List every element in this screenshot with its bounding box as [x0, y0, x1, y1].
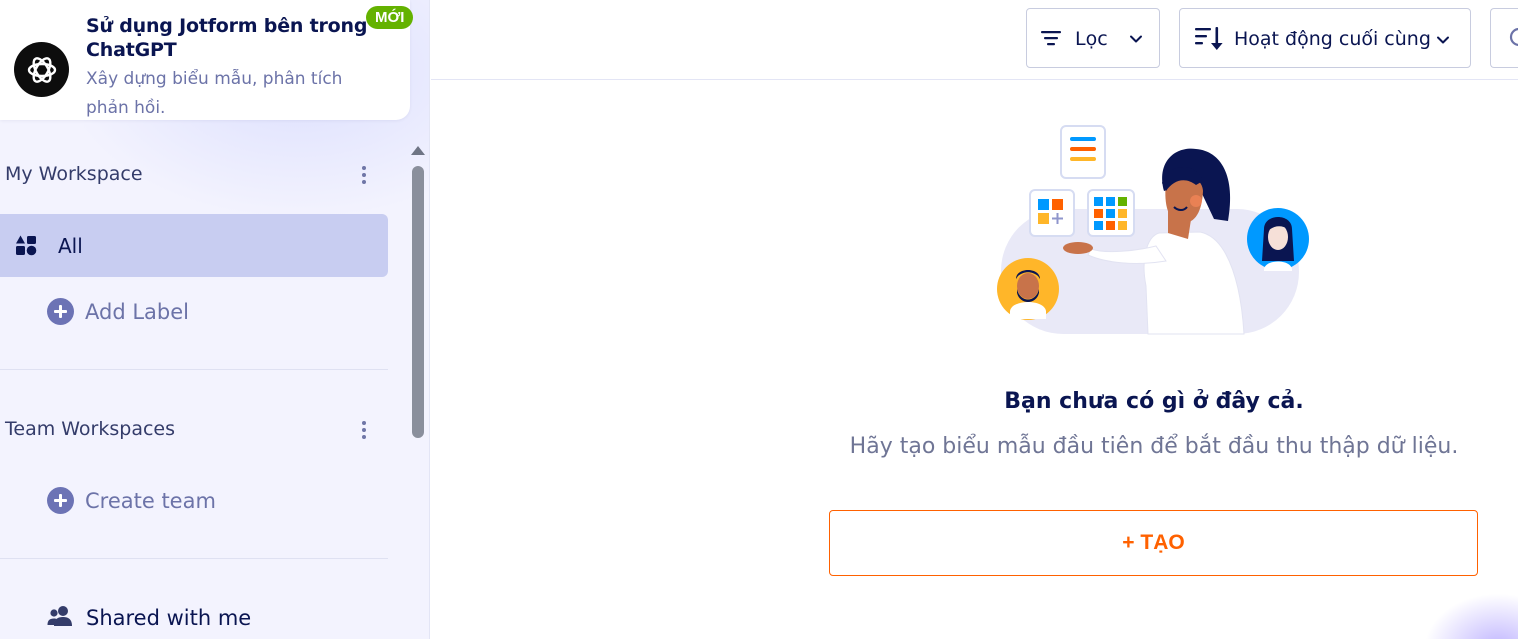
sort-descending-icon	[1194, 25, 1224, 57]
sidebar: Sử dụng Jotform bên trong ChatGPT Xây dự…	[0, 0, 430, 639]
new-badge: MỚI	[366, 6, 414, 29]
filter-lines-icon	[1040, 29, 1062, 51]
sidebar-item-all-label: All	[58, 234, 83, 258]
toolbar: Lọc Hoạt động cuối cùng	[431, 0, 1518, 80]
chatgpt-promo-card[interactable]: Sử dụng Jotform bên trong ChatGPT Xây dự…	[0, 0, 414, 120]
sort-label: Hoạt động cuối cùng	[1234, 28, 1431, 50]
empty-state-title: Bạn chưa có gì ở đây cả.	[1004, 389, 1304, 414]
plus-circle-icon	[47, 487, 74, 514]
sidebar-scrollbar[interactable]	[412, 166, 424, 438]
chevron-down-icon	[1436, 32, 1450, 51]
team-workspaces-more-icon[interactable]	[355, 417, 373, 443]
users-icon	[47, 604, 75, 632]
plus-circle-icon	[47, 298, 74, 325]
promo-title: Sử dụng Jotform bên trong ChatGPT	[86, 15, 368, 61]
my-workspace-title: My Workspace	[5, 163, 143, 185]
create-team-text: Create team	[85, 488, 216, 513]
main-content: Bạn chưa có gì ở đây cả. Hãy tạo biểu mẫ…	[431, 81, 1518, 639]
add-label-text: Add Label	[85, 299, 189, 324]
create-team-button[interactable]: Create team	[47, 487, 216, 514]
promo-description: Xây dựng biểu mẫu, phân tích phản hồi.	[86, 69, 343, 118]
empty-state-illustration	[996, 121, 1316, 345]
sidebar-divider	[0, 558, 388, 559]
openai-logo-icon	[14, 42, 69, 97]
search-icon	[1509, 27, 1518, 55]
sidebar-item-shared[interactable]: Shared with me	[47, 604, 251, 632]
scroll-up-arrow[interactable]	[411, 146, 425, 155]
shared-with-me-label: Shared with me	[86, 606, 252, 630]
create-form-button[interactable]: + TẠO	[829, 510, 1478, 576]
grid-shapes-icon	[14, 235, 38, 261]
sidebar-divider	[0, 369, 388, 370]
sort-button[interactable]: Hoạt động cuối cùng	[1179, 8, 1471, 68]
team-workspaces-title: Team Workspaces	[5, 418, 176, 440]
empty-state-subtitle: Hãy tạo biểu mẫu đầu tiên để bắt đầu thu…	[849, 434, 1459, 459]
search-button[interactable]	[1490, 8, 1518, 68]
filter-label: Lọc	[1075, 28, 1108, 50]
my-workspace-more-icon[interactable]	[355, 162, 373, 188]
filter-button[interactable]: Lọc	[1026, 8, 1160, 68]
chevron-down-icon	[1129, 31, 1143, 50]
add-label-button[interactable]: Add Label	[47, 298, 189, 325]
sidebar-item-all[interactable]: All	[0, 214, 388, 277]
